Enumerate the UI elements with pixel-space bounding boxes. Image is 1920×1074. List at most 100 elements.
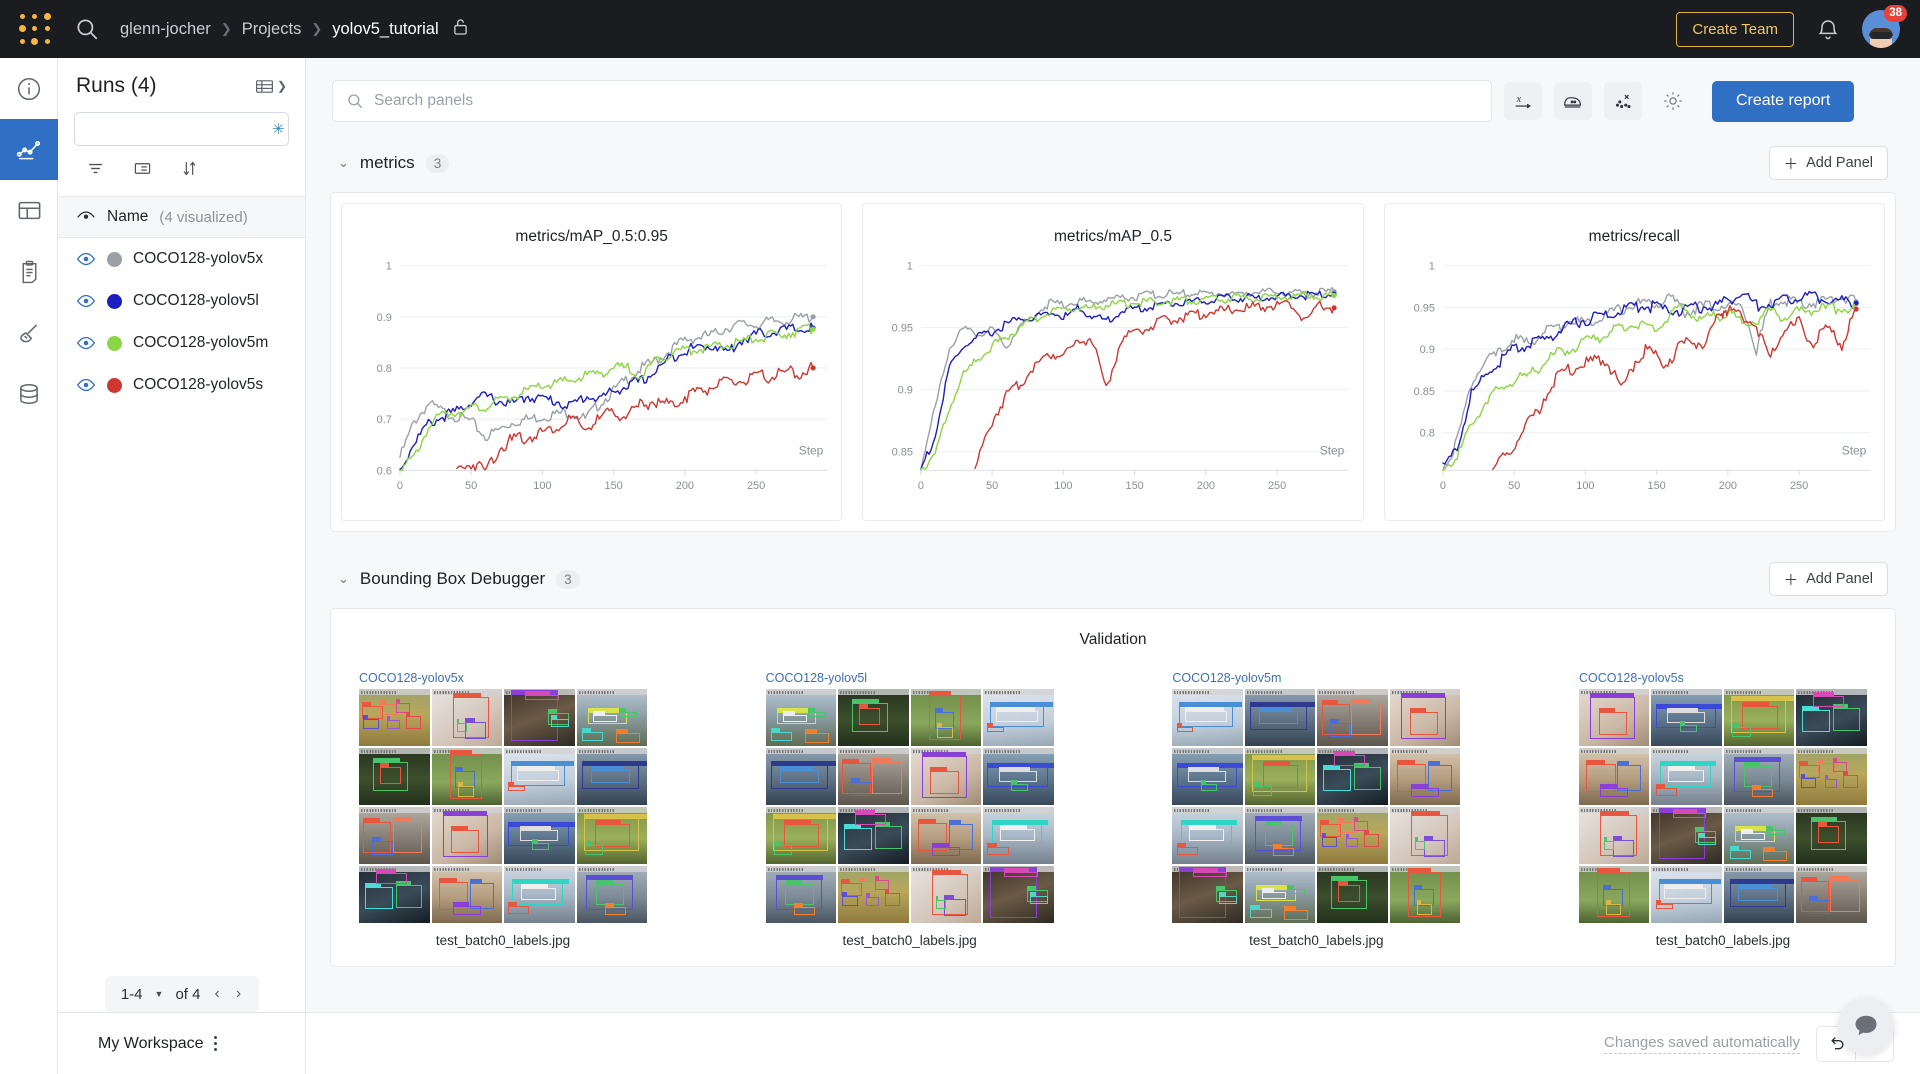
bbox-thumbnail[interactable] <box>1172 748 1243 805</box>
bbox-thumbnail[interactable] <box>1796 807 1867 864</box>
bbox-thumbnail[interactable] <box>765 866 837 923</box>
avatar[interactable]: 38 <box>1862 5 1907 48</box>
bbox-thumbnail[interactable] <box>1244 689 1316 746</box>
bbox-thumbnail[interactable] <box>1796 866 1867 923</box>
bbox-thumbnail[interactable] <box>1389 866 1461 923</box>
bbox-thumbnail[interactable] <box>910 748 982 805</box>
bbox-thumbnail[interactable] <box>838 807 909 864</box>
bbox-group-run-label[interactable]: COCO128-yolov5s <box>1579 671 1867 685</box>
bbox-thumbnail[interactable] <box>1578 689 1650 746</box>
search-icon[interactable] <box>74 16 100 42</box>
bbox-thumbnail[interactable] <box>765 748 837 805</box>
bbox-thumbnail[interactable] <box>1389 807 1461 864</box>
sidebar-item-artifacts[interactable] <box>0 363 58 424</box>
bbox-thumbnail[interactable] <box>576 689 647 746</box>
bbox-thumbnail[interactable] <box>1578 748 1650 805</box>
bbox-thumbnail[interactable] <box>910 866 982 923</box>
bbox-thumbnail[interactable] <box>1172 807 1243 864</box>
sidebar-item-sweeps[interactable] <box>0 302 58 363</box>
bbox-group[interactable]: COCO128-yolov5l test_batch0_labels.jpg <box>765 671 1054 948</box>
bbox-group-run-label[interactable]: COCO128-yolov5m <box>1172 671 1460 685</box>
bbox-thumbnail[interactable] <box>1317 689 1388 746</box>
list-item[interactable]: COCO128-yolov5s <box>58 364 305 406</box>
bbox-thumbnail[interactable] <box>1651 807 1722 864</box>
search-input[interactable] <box>91 121 272 137</box>
bbox-thumbnail[interactable] <box>359 866 430 923</box>
bbox-thumbnail[interactable] <box>359 689 430 746</box>
bbox-thumbnail[interactable] <box>1389 748 1461 805</box>
bbox-thumbnail[interactable] <box>359 748 430 805</box>
list-item[interactable]: COCO128-yolov5l <box>58 280 305 322</box>
bbox-thumbnail[interactable] <box>1244 807 1316 864</box>
bbox-thumbnail[interactable] <box>983 807 1054 864</box>
bbox-thumbnail[interactable] <box>504 689 575 746</box>
list-item[interactable]: COCO128-yolov5m <box>58 322 305 364</box>
chevron-down-icon[interactable]: ⌄ <box>338 571 349 587</box>
eye-icon[interactable] <box>76 252 96 266</box>
eye-icon[interactable] <box>76 378 96 392</box>
bbox-thumbnail[interactable] <box>1651 866 1722 923</box>
notification-bell-icon[interactable] <box>1816 16 1840 42</box>
sidebar-item-overview[interactable] <box>0 58 58 119</box>
add-panel-button[interactable]: ＋ Add Panel <box>1768 562 1888 596</box>
bbox-thumbnail[interactable] <box>504 866 575 923</box>
bbox-thumbnail[interactable] <box>504 807 575 864</box>
create-report-button[interactable]: Create report <box>1712 80 1855 122</box>
pagination-range[interactable]: 1-4 <box>121 986 143 1003</box>
caret-down-icon[interactable]: ▼ <box>155 989 164 999</box>
bbox-thumbnail[interactable] <box>1723 689 1795 746</box>
chart-panel-recall[interactable]: metrics/recall 0.8 0.85 0.9 0.95 1 0 50 100 150 2… <box>1383 203 1885 521</box>
bbox-thumbnail[interactable] <box>431 866 502 923</box>
magic-sparkle-icon[interactable]: ✳ <box>272 120 285 138</box>
sidebar-item-table[interactable] <box>0 180 58 241</box>
sort-icon[interactable] <box>180 159 199 183</box>
bbox-thumbnail[interactable] <box>910 689 982 746</box>
list-item[interactable]: COCO128-yolov5x <box>58 238 305 280</box>
bbox-thumbnail[interactable] <box>1317 748 1388 805</box>
eye-closed-icon[interactable] <box>76 210 96 224</box>
bbox-thumbnail[interactable] <box>983 689 1054 746</box>
bbox-thumbnail[interactable] <box>1796 689 1867 746</box>
outliers-button[interactable] <box>1604 82 1642 120</box>
smoothing-button[interactable] <box>1554 82 1592 120</box>
bbox-thumbnail[interactable] <box>838 689 909 746</box>
runs-table-icon[interactable]: ❯ <box>254 76 287 97</box>
chart-panel-map-50[interactable]: metrics/mAP_0.5 0.85 0.9 0.95 1 0 50 100 150 200… <box>862 203 1364 521</box>
bbox-thumbnail[interactable] <box>838 748 909 805</box>
chat-support-button[interactable] <box>1838 998 1894 1054</box>
bbox-thumbnail[interactable] <box>431 807 502 864</box>
bbox-thumbnail[interactable] <box>1317 866 1388 923</box>
bbox-thumbnail[interactable] <box>1723 866 1795 923</box>
list-columns-icon[interactable] <box>133 159 152 183</box>
bbox-thumbnail[interactable] <box>838 866 909 923</box>
bbox-thumbnail[interactable] <box>431 689 502 746</box>
breadcrumb-project[interactable]: yolov5_tutorial <box>332 20 438 39</box>
bbox-thumbnail[interactable] <box>1723 748 1795 805</box>
breadcrumb-entity[interactable]: glenn-jocher <box>120 20 211 39</box>
bbox-thumbnail[interactable] <box>1317 807 1388 864</box>
bbox-thumbnail[interactable] <box>1796 748 1867 805</box>
bbox-thumbnail[interactable] <box>359 807 430 864</box>
bbox-thumbnail[interactable] <box>1578 807 1650 864</box>
wandb-dots-logo[interactable] <box>18 12 52 46</box>
runs-search-box[interactable]: ✳ <box>74 112 289 146</box>
search-panels-box[interactable] <box>332 80 1492 122</box>
bbox-group[interactable]: COCO128-yolov5x test_batch0_labels.jpg <box>359 671 647 948</box>
chevron-right-icon[interactable]: › <box>234 985 243 1003</box>
bbox-thumbnail[interactable] <box>1651 748 1722 805</box>
bbox-thumbnail[interactable] <box>983 866 1054 923</box>
bbox-thumbnail[interactable] <box>576 866 647 923</box>
bbox-thumbnail[interactable] <box>765 689 837 746</box>
bbox-group-run-label[interactable]: COCO128-yolov5l <box>766 671 1054 685</box>
bbox-thumbnail[interactable] <box>504 748 575 805</box>
bbox-thumbnail[interactable] <box>1578 866 1650 923</box>
bbox-thumbnail[interactable] <box>576 807 647 864</box>
bbox-thumbnail[interactable] <box>576 748 647 805</box>
sidebar-item-reports[interactable] <box>0 241 58 302</box>
breadcrumb-projects[interactable]: Projects <box>242 20 302 39</box>
bbox-thumbnail[interactable] <box>1172 866 1243 923</box>
kebab-menu-icon[interactable] <box>213 1036 217 1051</box>
bbox-group[interactable]: COCO128-yolov5s test_batch0_labels.jpg <box>1578 671 1867 948</box>
sidebar-item-workspace[interactable] <box>0 119 58 180</box>
settings-button[interactable] <box>1654 82 1692 120</box>
